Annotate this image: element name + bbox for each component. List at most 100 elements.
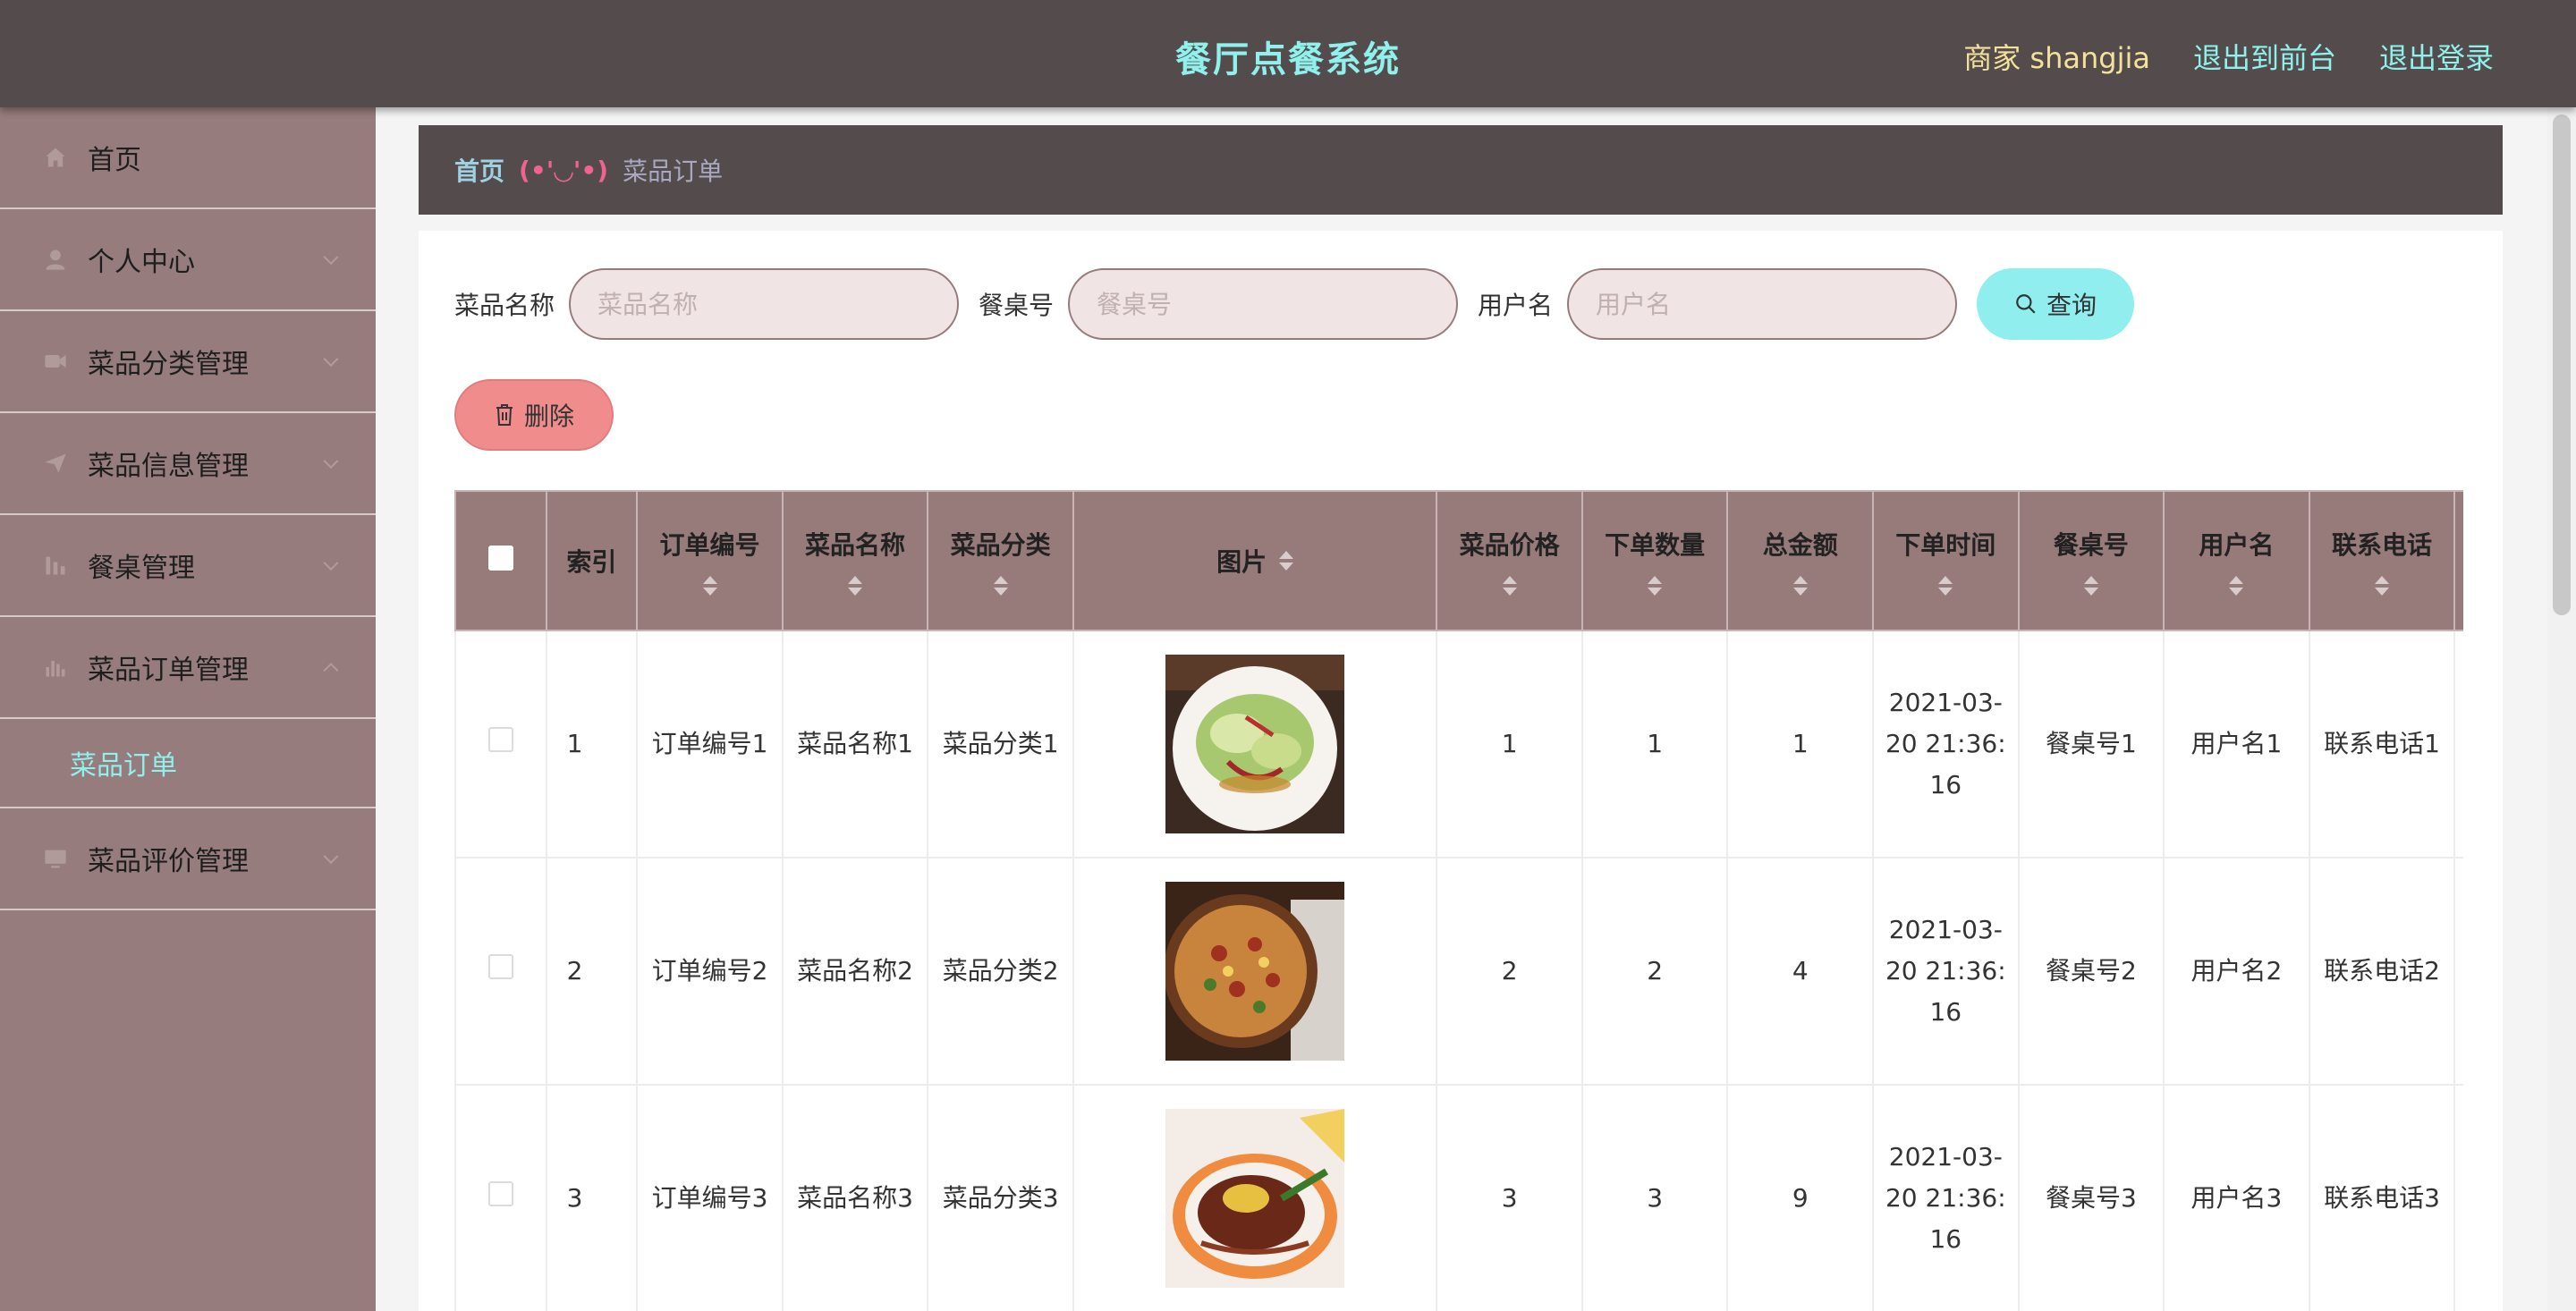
column-header-label: 图片 — [1216, 547, 1267, 577]
sort-icon[interactable] — [1502, 576, 1517, 596]
sidebar-item-dish-info[interactable]: 菜品信息管理 — [0, 413, 376, 515]
column-header-sortable[interactable]: 餐桌号 — [2017, 490, 2165, 631]
chevron-down-icon — [323, 453, 339, 469]
bar-chart-icon — [43, 553, 68, 578]
cell-table-number: 餐桌号1 — [2017, 630, 2165, 858]
top-right-actions: 商家 shangjia 退出到前台 退出登录 — [1963, 36, 2494, 77]
sidebar-item-table-management[interactable]: 餐桌管理 — [0, 515, 376, 617]
sidebar-item-label: 菜品信息管理 — [88, 451, 249, 482]
column-header-sortable[interactable]: 联系电话 — [2308, 490, 2456, 631]
sort-icon[interactable] — [1792, 576, 1808, 596]
delete-button-label: 删除 — [523, 402, 574, 430]
cell-image — [1072, 857, 1438, 1086]
table-row[interactable]: 3 订单编号3 菜品名称3 菜品分类3 3 3 9 2021-03-20 21:… — [454, 1084, 2463, 1311]
trash-icon — [496, 404, 513, 426]
username-label: 用户名 — [1478, 291, 1554, 320]
column-header-sortable[interactable]: 下单数量 — [1580, 490, 1729, 631]
table-number-input[interactable] — [1068, 268, 1459, 340]
search-icon — [2016, 294, 2036, 314]
column-header-sortable[interactable]: 菜品名称 — [781, 490, 929, 631]
column-header-sortable[interactable]: 总金额 — [1726, 490, 1875, 631]
column-header-sortable[interactable]: 菜品价格 — [1436, 490, 1583, 631]
user-icon — [43, 247, 68, 272]
dish-name-input[interactable] — [569, 268, 960, 340]
cell-dish-name: 菜品名称1 — [781, 630, 929, 858]
sidebar-item-order-management[interactable]: 菜品订单管理 — [0, 617, 376, 719]
column-header-sortable[interactable]: 菜品分类 — [927, 490, 1074, 631]
cell-total: 1 — [1726, 630, 1875, 858]
delete-button[interactable]: 删除 — [454, 379, 614, 451]
sidebar-item-home[interactable]: 首页 — [0, 107, 376, 209]
table-row[interactable]: 1 订单编号1 菜品名称1 菜品分类1 1 1 1 2021-03-20 21:… — [454, 630, 2463, 858]
select-all-checkbox[interactable] — [487, 545, 513, 571]
cell-order-time: 2021-03-20 21:36:16 — [1872, 857, 2020, 1086]
sidebar-item-label: 首页 — [88, 145, 141, 176]
back-to-frontend-link[interactable]: 退出到前台 — [2193, 36, 2336, 77]
query-button[interactable]: 查询 — [1977, 268, 2135, 340]
column-header-sortable[interactable]: 下单时间 — [1872, 490, 2020, 631]
sort-icon[interactable] — [2229, 576, 2244, 596]
chevron-down-icon — [323, 555, 339, 571]
sidebar-item-label: 个人中心 — [88, 247, 195, 278]
table-row[interactable]: 2 订单编号2 菜品名称2 菜品分类2 2 2 4 2021-03-20 21:… — [454, 857, 2463, 1086]
sidebar-item-label: 餐桌管理 — [88, 553, 195, 584]
select-all-cell — [454, 490, 547, 631]
cell-image — [1072, 630, 1438, 858]
breadcrumb: 首页 (•'◡'•) 菜品订单 — [419, 125, 2503, 215]
column-header-sortable[interactable]: 图片 — [1072, 490, 1438, 631]
sidebar-subitem-label: 菜品订单 — [70, 750, 177, 782]
scrollbar-thumb[interactable] — [2553, 114, 2571, 615]
table-number-label: 餐桌号 — [979, 291, 1055, 320]
chevron-down-icon — [323, 250, 339, 266]
sidebar-item-review-management[interactable]: 菜品评价管理 — [0, 808, 376, 910]
cell-price: 2 — [1436, 857, 1583, 1086]
cell-username: 用户名2 — [2163, 857, 2310, 1086]
query-button-label: 查询 — [2046, 292, 2097, 319]
cell-image — [1072, 1084, 1438, 1311]
cell-username: 用户名3 — [2163, 1084, 2310, 1311]
cell-order-number: 订单编号1 — [636, 630, 784, 858]
sort-icon[interactable] — [993, 576, 1008, 596]
search-form: 菜品名称 餐桌号 用户名 查询 — [454, 268, 2135, 340]
row-checkbox[interactable] — [487, 954, 513, 979]
column-header-sortable[interactable]: 订单编号 — [636, 490, 784, 631]
column-header-label: 联系电话 — [2331, 530, 2432, 560]
column-header-label: 菜品价格 — [1459, 530, 1560, 560]
dish-image-salad — [1165, 655, 1345, 833]
sidebar-item-dish-category[interactable]: 菜品分类管理 — [0, 311, 376, 413]
sort-icon[interactable] — [1938, 576, 1953, 596]
cell-total: 9 — [1726, 1084, 1875, 1311]
username-input[interactable] — [1567, 268, 1958, 340]
top-bar: 餐厅点餐系统 商家 shangjia 退出到前台 退出登录 — [0, 0, 2576, 107]
table-header-row: 索引 订单编号 菜品名称 菜品分类 图片 菜品价格 下单数量 总金额 下单时间 … — [454, 490, 2463, 631]
sidebar-item-personal-center[interactable]: 个人中心 — [0, 209, 376, 311]
sort-icon[interactable] — [848, 576, 863, 596]
logout-link[interactable]: 退出登录 — [2379, 36, 2494, 77]
column-header-label: 索引 — [566, 547, 617, 577]
row-checkbox[interactable] — [487, 727, 513, 752]
sort-icon[interactable] — [702, 576, 717, 596]
column-header-label: 下单时间 — [1895, 530, 1996, 560]
row-checkbox[interactable] — [487, 1181, 513, 1206]
sidebar-item-label: 菜品分类管理 — [88, 349, 249, 380]
sort-icon[interactable] — [2375, 576, 2389, 596]
sort-icon[interactable] — [1279, 551, 1294, 571]
send-icon — [43, 451, 68, 476]
sort-icon[interactable] — [2083, 576, 2098, 596]
cell-index: 1 — [545, 630, 639, 858]
cell-dish-category: 菜品分类2 — [927, 857, 1074, 1086]
chart-icon — [43, 655, 68, 680]
vertical-scrollbar[interactable] — [2547, 107, 2576, 1311]
sidebar: 首页 个人中心 菜品分类管理 菜品信息管理 餐桌管理 菜品订单管理 菜品订单 菜… — [0, 107, 376, 1311]
sort-icon[interactable] — [1648, 576, 1663, 596]
column-header-sortable[interactable]: 用户名 — [2163, 490, 2310, 631]
chevron-up-icon — [323, 663, 339, 679]
cell-index: 3 — [545, 1084, 639, 1311]
cell-index: 2 — [545, 857, 639, 1086]
cell-quantity: 2 — [1580, 857, 1729, 1086]
sidebar-subitem-dish-orders[interactable]: 菜品订单 — [0, 719, 376, 808]
breadcrumb-home[interactable]: 首页 — [454, 152, 504, 188]
column-header: 是 — [2453, 490, 2463, 631]
orders-table: 索引 订单编号 菜品名称 菜品分类 图片 菜品价格 下单数量 总金额 下单时间 … — [454, 490, 2463, 1311]
cell-dish-name: 菜品名称3 — [781, 1084, 929, 1311]
